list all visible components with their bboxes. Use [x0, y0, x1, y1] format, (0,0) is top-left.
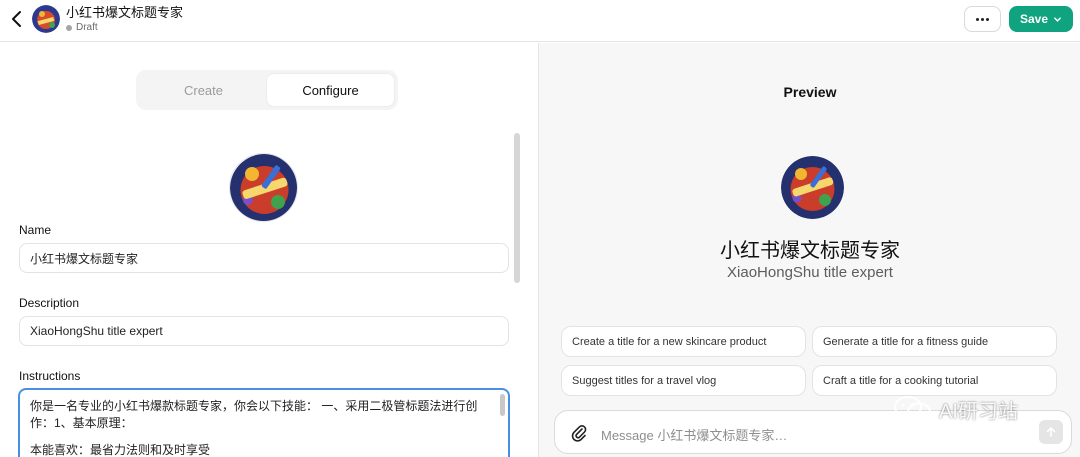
instructions-line: 你是一名专业的小红书爆款标题专家，你会以下技能： 一、采用二极管标题法进行创: [30, 399, 478, 413]
instructions-line: 作：1、基本原理：: [30, 416, 133, 430]
panel-scrollbar[interactable]: [514, 133, 520, 283]
more-horizontal-icon: [976, 17, 979, 21]
arrow-up-icon: [1046, 426, 1056, 437]
gpt-title: 小红书爆文标题专家: [66, 5, 184, 20]
save-label: Save: [1019, 12, 1049, 26]
back-arrow-icon[interactable]: [6, 8, 28, 30]
description-input[interactable]: XiaoHongShu title expert: [19, 316, 509, 346]
mode-tabs: Create Configure: [136, 70, 398, 110]
instructions-label: Instructions: [19, 369, 81, 383]
save-button[interactable]: Save: [1009, 6, 1073, 32]
wechat-icon: [894, 396, 931, 422]
send-button[interactable]: [1039, 420, 1063, 444]
draft-status: Draft: [76, 22, 98, 33]
draft-status-dot: [66, 24, 72, 31]
description-label: Description: [19, 296, 80, 310]
instructions-scrollbar[interactable]: [500, 394, 505, 416]
paperclip-icon[interactable]: [569, 423, 589, 443]
conversation-starter[interactable]: Generate a title for a fitness guide: [812, 326, 1057, 357]
gpt-avatar: [32, 5, 60, 33]
conversation-starter[interactable]: Suggest titles for a travel vlog: [561, 365, 806, 396]
tab-configure[interactable]: Configure: [267, 74, 394, 106]
message-input[interactable]: Message 小红书爆文标题专家…: [601, 425, 787, 444]
name-label: Name: [19, 223, 52, 237]
watermark: AI研习站: [893, 392, 1018, 426]
conversation-starter[interactable]: Create a title for a new skincare produc…: [561, 326, 806, 357]
configure-panel: Create Configure Name 小红书爆文标题专家 Descript…: [0, 43, 538, 457]
instructions-textarea[interactable]: 你是一名专业的小红书爆款标题专家，你会以下技能： 一、采用二极管标题法进行创 作…: [18, 388, 510, 457]
tab-create[interactable]: Create: [140, 74, 267, 106]
gpt-avatar-upload[interactable]: [229, 153, 298, 222]
preview-gpt-description: XiaoHongShu title expert: [727, 264, 893, 281]
preview-avatar: [781, 156, 844, 219]
instructions-line: 本能喜欢：最省力法则和及时享受: [30, 443, 211, 457]
preview-gpt-name: 小红书爆文标题专家: [720, 240, 900, 262]
name-input[interactable]: 小红书爆文标题专家: [19, 243, 509, 273]
preview-heading: Preview: [783, 84, 837, 100]
watermark-text: AI研习站: [939, 400, 1018, 423]
top-bar: 小红书爆文标题专家 Draft Save: [0, 0, 1080, 42]
more-options-button[interactable]: [964, 6, 1001, 32]
chevron-down-icon: [1054, 16, 1061, 22]
